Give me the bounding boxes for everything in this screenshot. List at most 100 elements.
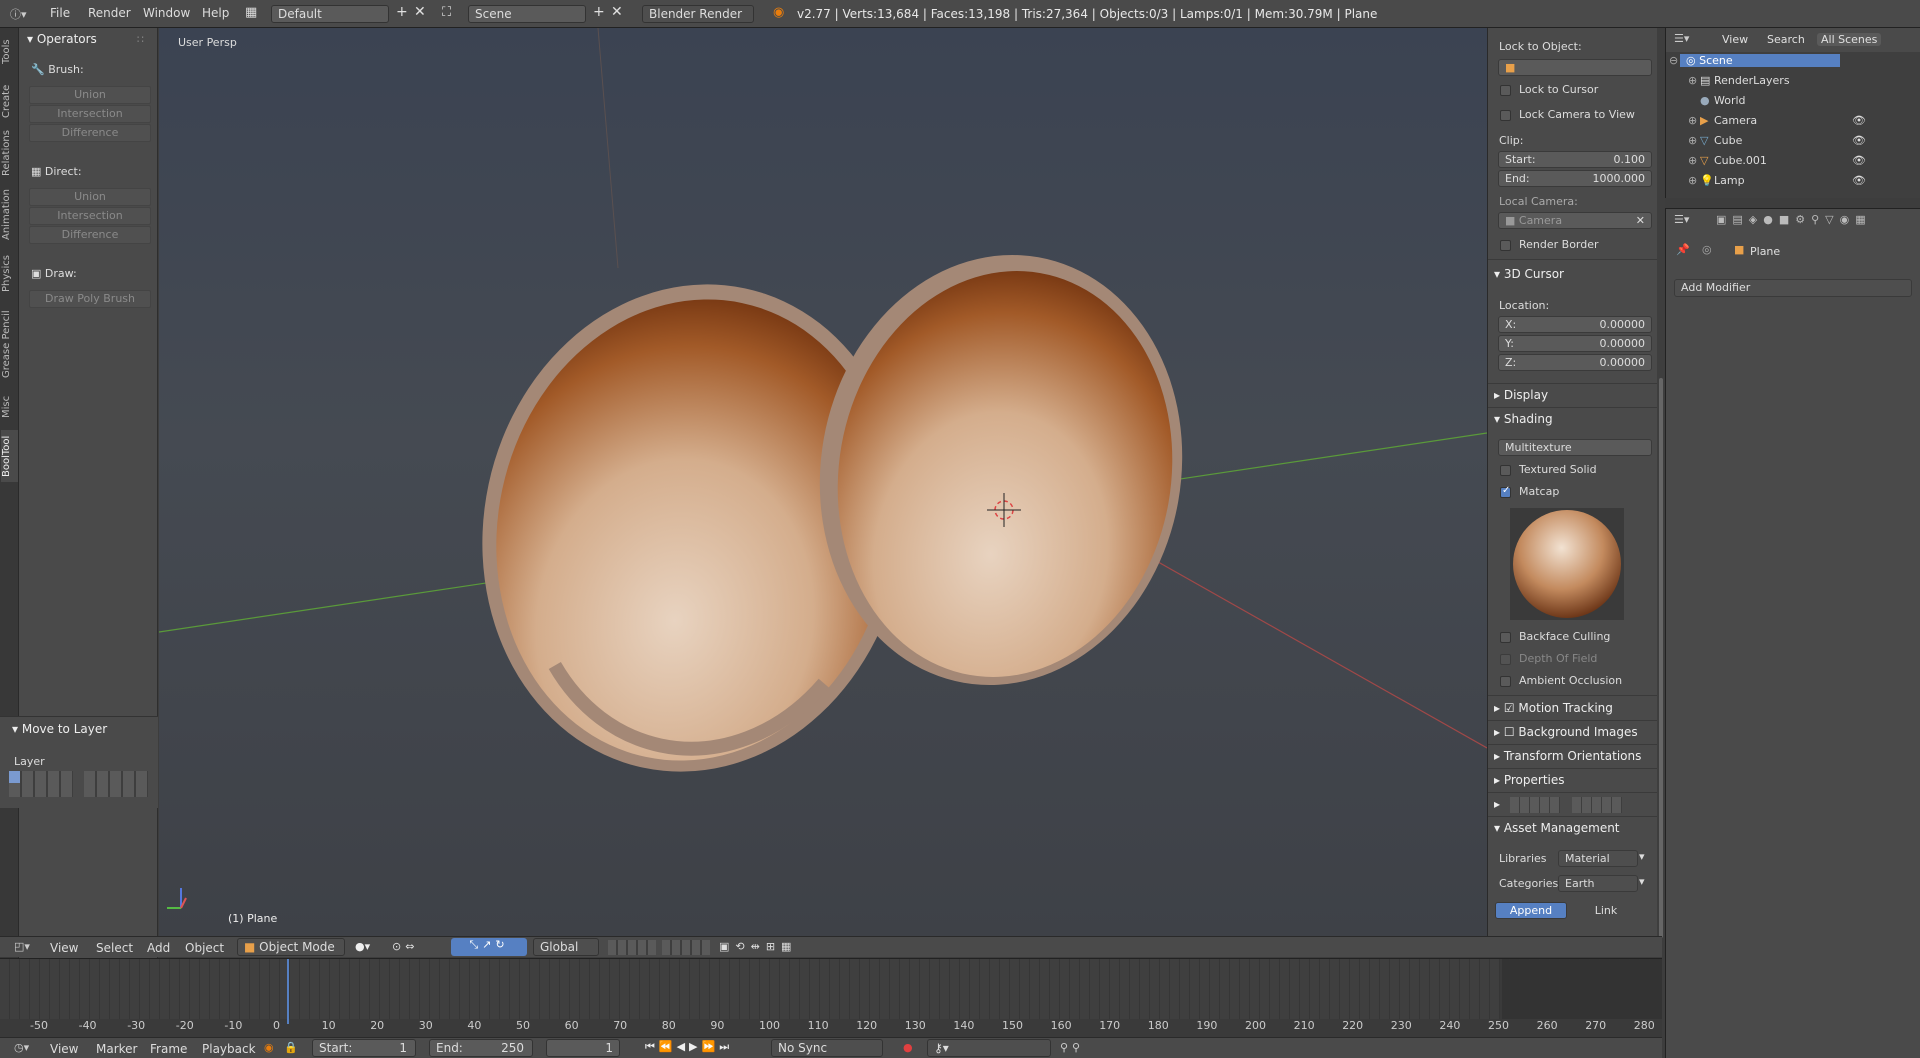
add-screen-icon[interactable]: +	[396, 4, 408, 20]
scene-icon[interactable]: ⛶	[442, 5, 451, 20]
categories-dropdown-icon[interactable]: ▾	[1639, 875, 1645, 888]
current-frame-field[interactable]: 1	[546, 1039, 620, 1057]
info-editor-icon[interactable]: ⓘ▾	[10, 6, 27, 22]
ao-checkbox[interactable]	[1500, 676, 1511, 687]
playback-menu[interactable]: Playback	[202, 1042, 256, 1056]
render-border-checkbox[interactable]	[1500, 240, 1511, 251]
background-images-header[interactable]: ▸ ☐ Background Images	[1494, 725, 1638, 739]
3d-viewport[interactable]: User Persp (1) Plane	[159, 28, 1487, 936]
keying-icon[interactable]: ◉	[264, 1041, 274, 1054]
playback-controls-icons[interactable]: ⏮⏪◀▶⏩⏭	[645, 1040, 733, 1054]
outliner-row-lamp[interactable]: ⊕ 💡 Lamp 👁	[1666, 174, 1920, 190]
outliner-row-cube001[interactable]: ⊕ ▽ Cube.001 👁	[1666, 154, 1920, 170]
npanel-scrollbar[interactable]	[1657, 28, 1665, 938]
timeline-track[interactable]	[0, 959, 1500, 1019]
layers-mini-grid-2[interactable]	[1572, 797, 1622, 813]
outliner-row-cube[interactable]: ⊕ ▽ Cube 👁	[1666, 134, 1920, 150]
timeline-editor-icon[interactable]: ◷▾	[14, 1041, 29, 1054]
outliner-row-camera[interactable]: ⊕ ▶ Camera 👁	[1666, 114, 1920, 130]
append-button[interactable]: Append	[1495, 902, 1567, 919]
tab-physics[interactable]: Physics	[1, 252, 18, 296]
properties-editor-icon[interactable]: ☰▾	[1674, 213, 1689, 226]
tab-grease-pencil[interactable]: Grease Pencil	[1, 304, 18, 384]
outliner-editor-icon[interactable]: ☰▾	[1674, 32, 1689, 45]
clear-camera-icon[interactable]: ✕	[1636, 214, 1645, 227]
pin-icon[interactable]: 📌	[1676, 243, 1690, 256]
add-modifier-select[interactable]: Add Modifier	[1674, 279, 1912, 297]
cursor-z-field[interactable]: Z: 0.00000	[1498, 354, 1652, 371]
outliner-view-menu[interactable]: View	[1722, 33, 1748, 46]
matcap-checkbox[interactable]	[1500, 485, 1511, 498]
brush-intersection-button[interactable]: Intersection	[29, 105, 151, 123]
tab-animation[interactable]: Animation	[1, 186, 18, 244]
textured-solid-checkbox[interactable]	[1500, 465, 1511, 476]
operators-panel-header[interactable]: ▾ Operators	[27, 32, 97, 46]
visibility-eye-icon[interactable]: 👁	[1852, 114, 1866, 127]
panel-grip-icon[interactable]: ∷	[137, 33, 144, 46]
outliner-row-world[interactable]: ● World	[1666, 94, 1920, 110]
add-menu[interactable]: Add	[147, 941, 170, 955]
clip-start-field[interactable]: Start: 0.100	[1498, 151, 1652, 168]
local-camera-field[interactable]: ■ Camera ✕	[1498, 212, 1652, 229]
end-frame-field[interactable]: End: 250	[429, 1039, 533, 1057]
current-frame-indicator[interactable]	[287, 959, 289, 1024]
direct-difference-button[interactable]: Difference	[29, 226, 151, 244]
tab-create[interactable]: Create	[1, 80, 18, 122]
matcap-preview[interactable]	[1510, 508, 1624, 620]
snap-render-icons[interactable]: ▣⟲⇹⊞▦	[719, 940, 797, 953]
viewport-shading-icon[interactable]: ●▾	[355, 940, 370, 953]
active-layer[interactable]	[9, 771, 20, 783]
shading-header[interactable]: ▾ Shading	[1494, 412, 1553, 426]
dof-checkbox[interactable]	[1500, 654, 1511, 665]
select-menu[interactable]: Select	[96, 941, 133, 955]
asset-management-header[interactable]: ▾ Asset Management	[1494, 821, 1620, 835]
draw-poly-brush-button[interactable]: Draw Poly Brush	[29, 290, 151, 308]
transform-manipulator-icons[interactable]: ⤡↗↻	[451, 938, 527, 956]
sync-select[interactable]: No Sync	[771, 1039, 883, 1057]
layer-grid-right[interactable]	[84, 771, 148, 797]
menu-window[interactable]: Window	[143, 6, 190, 20]
categories-select[interactable]: Earth	[1558, 875, 1638, 892]
keyframe-insert-icons[interactable]: ⚲⚲	[1060, 1041, 1084, 1054]
lock-to-cursor-checkbox[interactable]	[1500, 85, 1511, 96]
outliner-display-select[interactable]: All Scenes	[1817, 33, 1882, 46]
mode-select[interactable]: ■ Object Mode	[237, 938, 345, 956]
libraries-dropdown-icon[interactable]: ▾	[1639, 850, 1645, 863]
link-button[interactable]: Link	[1570, 902, 1642, 919]
tab-tools[interactable]: Tools	[1, 32, 18, 72]
clip-end-field[interactable]: End: 1000.000	[1498, 170, 1652, 187]
brush-difference-button[interactable]: Difference	[29, 124, 151, 142]
editor-type-icon[interactable]: ◰▾	[14, 940, 30, 953]
lock-object-field[interactable]: ■	[1498, 59, 1652, 76]
remove-screen-icon[interactable]: ✕	[414, 4, 426, 20]
properties-header[interactable]: ▸ Properties	[1494, 773, 1565, 787]
tab-misc[interactable]: Misc	[1, 392, 18, 422]
outliner-row-scene[interactable]: ⊖ ◎ Scene	[1666, 54, 1920, 70]
keying-set-field[interactable]: ⚷▾	[927, 1039, 1051, 1057]
add-scene-icon[interactable]: +	[593, 4, 605, 20]
transform-orientations-header[interactable]: ▸ Transform Orientations	[1494, 749, 1641, 763]
viewport-layers-grid-2[interactable]	[662, 940, 710, 955]
libraries-select[interactable]: Material	[1558, 850, 1638, 867]
tab-relations[interactable]: Relations	[1, 128, 18, 178]
pivot-manipulator-icons[interactable]: ⊙⇔	[392, 940, 418, 953]
cursor-x-field[interactable]: X: 0.00000	[1498, 316, 1652, 333]
start-frame-field[interactable]: Start: 1	[312, 1039, 416, 1057]
outliner-row-renderlayers[interactable]: ⊕ ▤ RenderLayers	[1666, 74, 1920, 90]
marker-menu[interactable]: Marker	[96, 1042, 137, 1056]
visibility-eye-icon[interactable]: 👁	[1852, 154, 1866, 167]
timeline-view-menu[interactable]: View	[50, 1042, 78, 1056]
screen-layout-field[interactable]: Default	[271, 5, 389, 23]
viewport-layers-grid[interactable]	[608, 940, 656, 955]
lock-camera-checkbox[interactable]	[1500, 110, 1511, 121]
layers-panel-header[interactable]: ▸	[1494, 797, 1500, 811]
properties-context-tabs[interactable]: ▣▤◈●■⚙⚲▽◉▦	[1716, 213, 1872, 226]
layers-mini-grid[interactable]	[1510, 797, 1560, 813]
visibility-eye-icon[interactable]: 👁	[1852, 134, 1866, 147]
cursor-y-field[interactable]: Y: 0.00000	[1498, 335, 1652, 352]
render-engine-select[interactable]: Blender Render	[642, 5, 754, 23]
timeline[interactable]: -50 -40 -30 -20 -10 0 10 20 30 40 50 60 70 80 90 100 110…	[0, 958, 1662, 1037]
backface-culling-checkbox[interactable]	[1500, 632, 1511, 643]
3d-cursor-header[interactable]: ▾ 3D Cursor	[1494, 267, 1564, 281]
direct-union-button[interactable]: Union	[29, 188, 151, 206]
